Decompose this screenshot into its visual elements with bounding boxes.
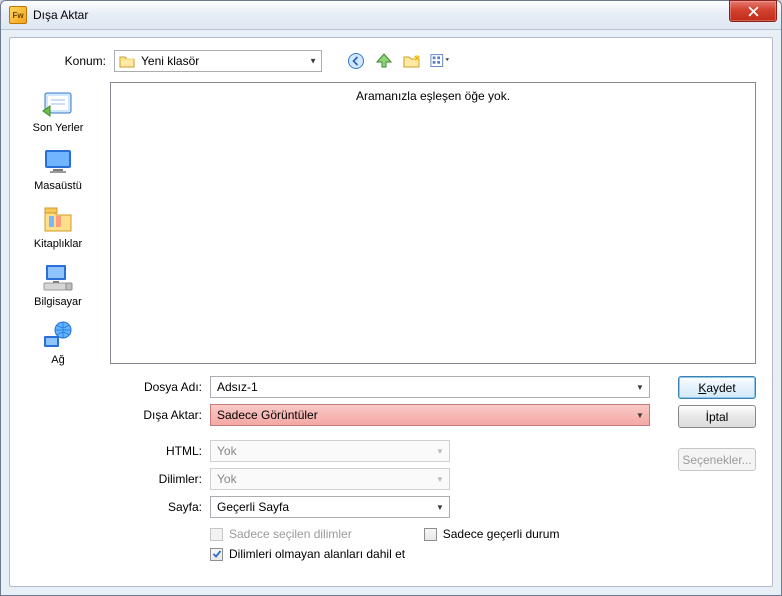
places-recent-label: Son Yerler [33, 122, 84, 134]
back-icon [347, 52, 365, 70]
html-dropdown: Yok ▼ [210, 440, 450, 462]
up-one-level-button[interactable] [374, 51, 394, 71]
include-nonslice-checkbox[interactable] [210, 548, 223, 561]
close-button[interactable] [729, 0, 777, 22]
chevron-down-icon: ▼ [432, 470, 448, 488]
export-type-dropdown[interactable]: Sadece Görüntüler ▼ [210, 404, 650, 426]
html-value: Yok [217, 444, 237, 458]
places-libraries[interactable]: Kitaplıklar [16, 198, 100, 252]
slices-value: Yok [217, 472, 237, 486]
places-computer[interactable]: Bilgisayar [16, 256, 100, 310]
export-type-label: Dışa Aktar: [10, 408, 210, 422]
chevron-down-icon[interactable]: ▼ [632, 378, 648, 396]
new-folder-icon [403, 53, 421, 69]
libraries-icon [41, 202, 75, 236]
places-network[interactable]: Ağ [16, 314, 100, 368]
file-list-area[interactable]: Aramanızla eşleşen öğe yok. [110, 82, 756, 364]
location-row: Konum: Yeni klasör ▼ [10, 50, 772, 72]
export-type-value: Sadece Görüntüler [217, 408, 318, 422]
places-network-label: Ağ [51, 354, 64, 366]
button-column: Kaydet İptal Seçenekler... [678, 376, 756, 471]
app-icon: Fw [9, 6, 27, 24]
places-computer-label: Bilgisayar [34, 296, 82, 308]
titlebar: Fw Dışa Aktar [1, 1, 781, 30]
current-state-checkbox[interactable] [424, 528, 437, 541]
filename-label: Dosya Adı: [10, 380, 210, 394]
up-arrow-icon [375, 52, 393, 70]
location-folder-dropdown[interactable]: Yeni klasör ▼ [114, 50, 322, 72]
desktop-icon [41, 144, 75, 178]
export-dialog: Fw Dışa Aktar Konum: Yeni klasör ▼ [0, 0, 782, 596]
chevron-down-icon: ▼ [309, 57, 317, 66]
places-desktop[interactable]: Masaüstü [16, 140, 100, 194]
checkbox-area: Sadece seçilen dilimler Sadece geçerli d… [210, 524, 772, 564]
chevron-down-icon: ▼ [432, 498, 448, 516]
new-folder-button[interactable] [402, 51, 422, 71]
network-icon [41, 318, 75, 352]
location-folder-name: Yeni klasör [141, 54, 199, 68]
empty-results-text: Aramanızla eşleşen öğe yok. [356, 89, 510, 103]
page-value: Geçerli Sayfa [217, 500, 289, 514]
location-label: Konum: [10, 54, 114, 68]
filename-combo[interactable]: ▼ [210, 376, 650, 398]
places-bar: Son Yerler Masaüstü Kitaplıklar Bilgisay… [14, 82, 102, 368]
selected-slices-checkbox-label: Sadece seçilen dilimler [229, 527, 352, 541]
html-label: HTML: [10, 444, 210, 458]
recent-places-icon [41, 86, 75, 120]
window-title: Dışa Aktar [33, 8, 88, 22]
chevron-down-icon: ▼ [432, 442, 448, 460]
back-button[interactable] [346, 51, 366, 71]
places-libraries-label: Kitaplıklar [34, 238, 82, 250]
chevron-down-icon: ▼ [632, 406, 648, 424]
page-label: Sayfa: [10, 500, 210, 514]
cancel-button[interactable]: İptal [678, 405, 756, 428]
views-icon [430, 52, 450, 70]
current-state-checkbox-label: Sadece geçerli durum [443, 527, 560, 541]
include-nonslice-checkbox-label: Dilimleri olmayan alanları dahil et [229, 547, 405, 561]
computer-icon [41, 260, 75, 294]
checkmark-icon [212, 549, 222, 559]
close-icon [748, 6, 759, 17]
folder-icon [119, 54, 135, 68]
places-desktop-label: Masaüstü [34, 180, 82, 192]
filename-input[interactable] [217, 380, 631, 394]
selected-slices-checkbox [210, 528, 223, 541]
options-button: Seçenekler... [678, 448, 756, 471]
form-area: Dosya Adı: ▼ Dışa Aktar: Sadece Görüntül… [10, 376, 772, 564]
view-menu-button[interactable] [430, 51, 450, 71]
location-toolbar [346, 51, 450, 71]
page-dropdown[interactable]: Geçerli Sayfa ▼ [210, 496, 450, 518]
save-button[interactable]: Kaydet [678, 376, 756, 399]
dialog-panel: Konum: Yeni klasör ▼ [9, 37, 773, 587]
slices-dropdown: Yok ▼ [210, 468, 450, 490]
slices-label: Dilimler: [10, 472, 210, 486]
places-recent[interactable]: Son Yerler [16, 82, 100, 136]
